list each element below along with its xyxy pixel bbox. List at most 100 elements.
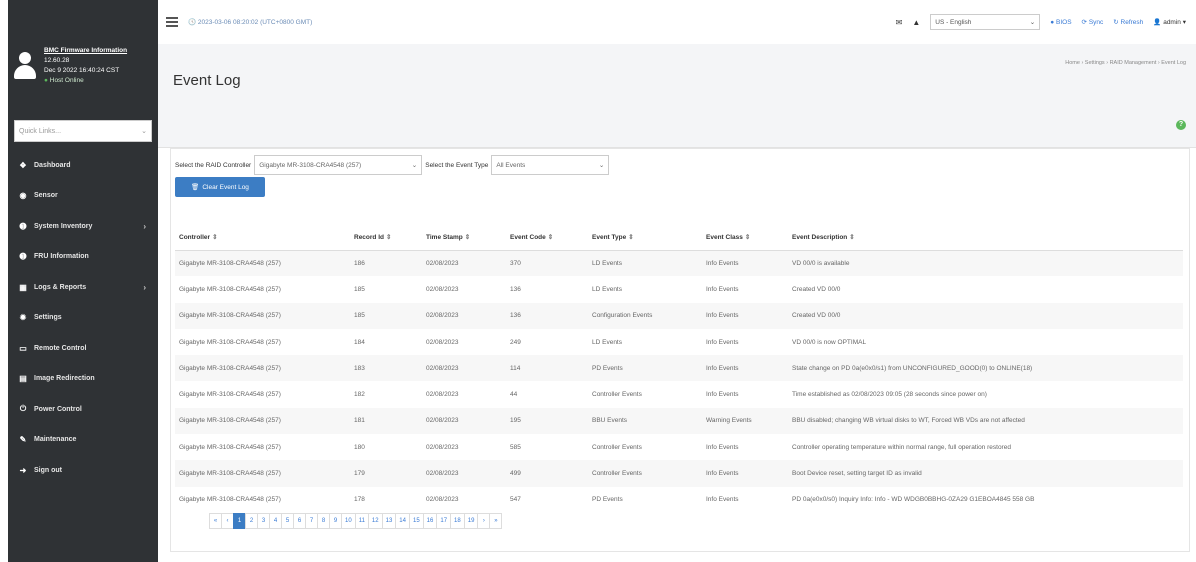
help-icon[interactable]: ? [1176,120,1186,130]
table-cell: 547 [510,496,521,504]
table-cell: 179 [354,470,365,478]
wrench-icon: ✎ [19,435,27,445]
table-cell: 02/08/2023 [426,391,459,399]
table-cell: Gigabyte MR-3108-CRA4548 (257) [179,417,281,425]
sidebar-item-label: FRU Information [34,253,89,261]
sidebar-item-label: Sensor [34,192,58,200]
sidebar-item-dashboard[interactable]: ❖ Dashboard [8,150,158,181]
page-button[interactable]: 17 [436,513,452,529]
page-button[interactable]: 10 [341,513,356,529]
table-cell: Gigabyte MR-3108-CRA4548 (257) [179,312,281,320]
event-log-panel: Select the RAID Controller Gigabyte MR-3… [170,148,1190,552]
refresh-link[interactable]: ↻ Refresh [1113,18,1143,26]
table-row[interactable]: Gigabyte MR-3108-CRA4548 (257) 181 02/08/2… [175,407,1183,435]
warning-icon[interactable]: ▲ [912,18,920,27]
profile-card: BMC Firmware Information 12.60.28 Dec 9 … [8,0,158,110]
sort-icon: ⇕ [547,233,554,241]
column-header[interactable]: Event Code ⇕ [506,224,588,251]
page-button[interactable]: 18 [450,513,465,529]
firmware-info-link[interactable]: BMC Firmware Information [44,46,127,56]
column-header[interactable]: Event Class ⇕ [702,224,788,251]
sidebar-item-power-control[interactable]: ⏻ Power Control [8,394,158,425]
column-header[interactable]: Record Id ⇕ [350,224,422,251]
language-select[interactable]: US - English ⌄ [930,14,1041,30]
monitor-icon: ▭ [19,343,27,353]
page-button[interactable]: 11 [354,513,369,529]
event-type-value: All Events [496,161,526,169]
dashboard-icon: ❖ [19,160,27,170]
column-header[interactable]: Controller ⇕ [175,224,350,251]
column-header-label: Event Code [510,233,546,241]
table-cell: PD Events [592,496,623,504]
sidebar-item-maintenance[interactable]: ✎ Maintenance [8,425,158,456]
table-row[interactable]: Gigabyte MR-3108-CRA4548 (257) 179 02/08/2… [175,460,1183,487]
bios-link[interactable]: ● BIOS [1050,19,1071,26]
sidebar-item-label: Settings [34,314,62,322]
table-cell: Info Events [706,391,739,399]
table-cell: 02/08/2023 [426,496,459,504]
table-row[interactable]: Gigabyte MR-3108-CRA4548 (257) 180 02/08/2… [175,434,1183,461]
table-cell: Configuration Events [592,312,653,320]
signout-icon: ➜ [19,465,27,475]
table-cell: Info Events [706,496,739,504]
table-cell: Gigabyte MR-3108-CRA4548 (257) [179,364,281,372]
sidebar-item-sign-out[interactable]: ➜ Sign out [8,455,158,486]
sidebar-item-fru-information[interactable]: ➊ FRU Information [8,242,158,273]
page-title: Event Log [173,72,241,89]
column-header[interactable]: Event Description ⇕ [788,224,1183,251]
table-row[interactable]: Gigabyte MR-3108-CRA4548 (257) 183 02/08/2… [175,355,1183,382]
sensor-icon: ◉ [19,191,27,201]
last-page-button[interactable]: » [489,513,503,529]
mail-icon[interactable]: ✉ [896,18,903,27]
table-cell: 370 [510,259,521,267]
sidebar-item-system-inventory[interactable]: ➊ System Inventory › [8,211,158,242]
table-cell: 136 [510,285,521,293]
sync-link[interactable]: ⟳ Sync [1082,18,1104,26]
table-row[interactable]: Gigabyte MR-3108-CRA4548 (257) 185 02/08/2… [175,302,1183,329]
controller-select[interactable]: Gigabyte MR-3108-CRA4548 (257) ⌄ [254,155,423,175]
page-button[interactable]: 12 [367,513,383,529]
sidebar-item-label: Dashboard [34,161,71,169]
datetime-text: 2023-03-06 08:20:02 (UTC+0800 GMT) [197,19,313,26]
quick-links-select[interactable]: Quick Links... ⌄ [14,120,152,142]
sort-icon: ⇕ [628,233,634,241]
host-status: ● Host Online [44,76,127,86]
table-cell: Info Events [706,259,739,267]
table-cell: Controller Events [592,470,642,478]
column-header[interactable]: Time Stamp ⇕ [422,224,506,251]
table-row[interactable]: Gigabyte MR-3108-CRA4548 (257) 182 02/08/2… [175,381,1183,408]
page-button[interactable]: 16 [422,513,438,529]
table-cell: Gigabyte MR-3108-CRA4548 (257) [179,259,281,267]
user-menu[interactable]: 👤 admin ▾ [1153,18,1186,26]
sort-icon: ⇕ [849,233,855,241]
table-row[interactable]: Gigabyte MR-3108-CRA4548 (257) 185 02/08/2… [175,276,1183,303]
sidebar-item-logs-reports[interactable]: ▦ Logs & Reports › [8,272,158,303]
table-cell: 02/08/2023 [426,338,459,346]
datetime: 🕓 2023-03-06 08:20:02 (UTC+0800 GMT) [188,19,313,26]
menu-toggle-icon[interactable] [166,17,178,27]
table-row[interactable]: Gigabyte MR-3108-CRA4548 (257) 178 02/08/2… [175,486,1183,513]
table-cell: VD 00/0 is available [792,259,850,267]
page-button[interactable]: 13 [381,513,397,529]
sidebar-item-label: Image Redirection [34,375,95,383]
sidebar-item-settings[interactable]: ✹ Settings [8,303,158,334]
table-row[interactable]: Gigabyte MR-3108-CRA4548 (257) 186 02/08/2… [175,250,1183,277]
host-status-label: Host Online [49,77,84,84]
pagination: «‹ 1 2 3 4 5 6 7 8 9 10 11 12 13 14 15 16 17 18 19 ›» [209,513,503,529]
sidebar-item-sensor[interactable]: ◉ Sensor [8,181,158,212]
column-header[interactable]: Event Type ⇕ [588,224,702,251]
table-cell: Created VD 00/0 [792,285,841,293]
page-button[interactable]: 19 [463,513,479,529]
clear-event-log-button[interactable]: 🗑 Clear Event Log [175,177,265,197]
sidebar-item-remote-control[interactable]: ▭ Remote Control [8,333,158,364]
user-avatar-icon [14,52,36,80]
table-cell: 02/08/2023 [426,417,459,425]
sidebar-item-image-redirection[interactable]: ▤ Image Redirection [8,364,158,395]
page-button[interactable]: 15 [408,513,424,529]
breadcrumb[interactable]: Home › Settings › RAID Management › Even… [1065,60,1186,66]
event-type-select[interactable]: All Events ⌄ [491,155,610,175]
sidebar-item-label: System Inventory [34,222,93,230]
page-button[interactable]: 14 [395,513,410,529]
table-cell: 02/08/2023 [426,285,459,293]
table-row[interactable]: Gigabyte MR-3108-CRA4548 (257) 184 02/08/2… [175,328,1183,356]
